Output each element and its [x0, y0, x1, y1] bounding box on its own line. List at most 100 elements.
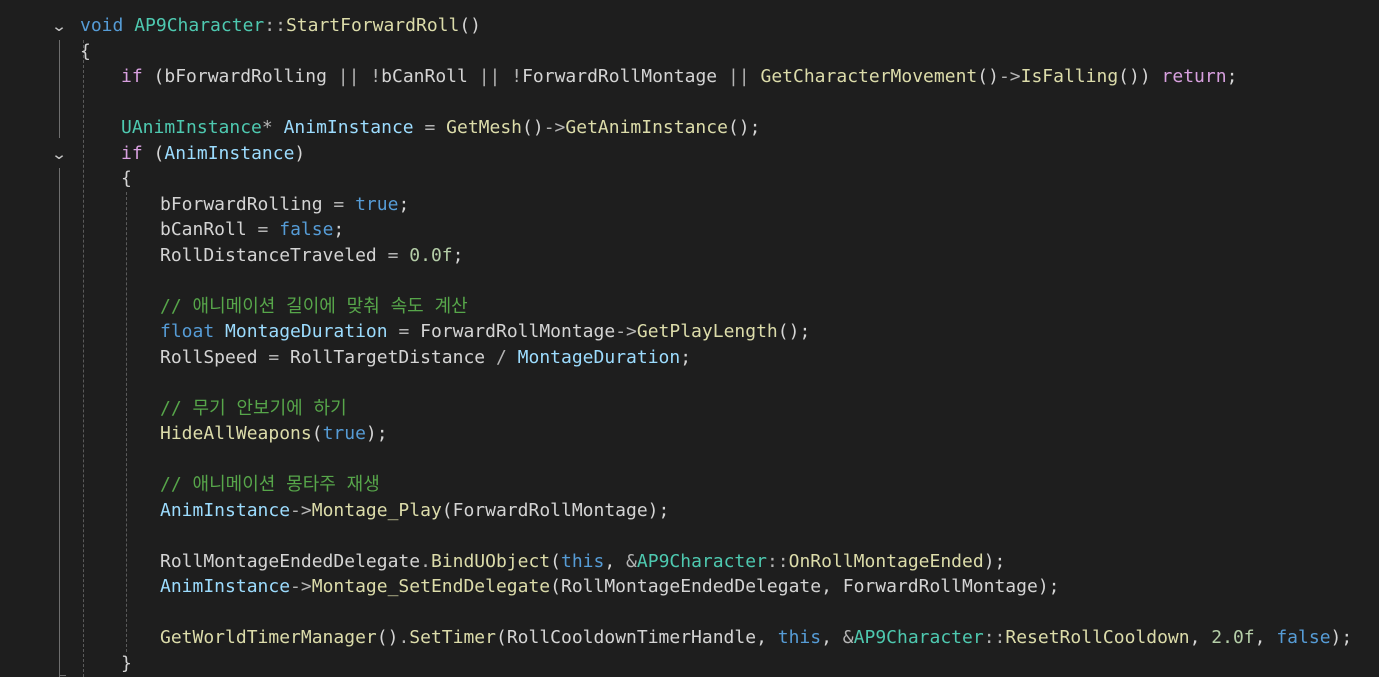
- fold-end-tick: [59, 675, 66, 676]
- code-token: (ForwardRollMontage);: [441, 499, 670, 521]
- code-line[interactable]: // 애니메이션 길이에 맞춰 속도 계산: [160, 295, 468, 319]
- code-line[interactable]: // 무기 안보기에 하기: [160, 397, 347, 421]
- code-token: ForwardRollMontage: [522, 66, 728, 87]
- code-line[interactable]: AnimInstance->Montage_SetEndDelegate(Rol…: [160, 575, 1060, 599]
- code-token: ->: [998, 66, 1021, 87]
- code-token: GetWorldTimerManager: [160, 627, 377, 648]
- code-token: IsFalling: [1020, 66, 1119, 87]
- code-token: StartForwardRoll: [285, 15, 460, 36]
- code-token: GetAnimInstance: [565, 117, 728, 138]
- code-token: GetCharacterMovement: [760, 66, 978, 87]
- code-line[interactable]: GetWorldTimerManager().SetTimer(RollCool…: [160, 626, 1352, 650]
- code-token: ::: [264, 15, 286, 36]
- code-token: ->: [290, 499, 312, 521]
- code-token: ||: [727, 66, 750, 87]
- code-token: bForwardRolling: [160, 193, 334, 215]
- code-token: ::: [983, 627, 1006, 648]
- code-token: /: [495, 346, 507, 368]
- code-token: this: [777, 627, 822, 648]
- code-token: AnimInstance: [160, 576, 291, 597]
- code-line[interactable]: if (bForwardRolling || !bCanRoll || !For…: [121, 65, 1237, 89]
- code-token: ,: [604, 550, 627, 572]
- code-token: !: [511, 66, 523, 87]
- code-token: =: [387, 244, 399, 266]
- function-fold-line: [59, 40, 60, 138]
- code-token: (: [311, 423, 323, 444]
- code-token: ,: [1254, 627, 1277, 648]
- code-token: (): [459, 15, 482, 36]
- code-token: HideAllWeapons: [160, 423, 312, 444]
- code-line[interactable]: HideAllWeapons(true);: [160, 422, 388, 446]
- code-token: BindUObject: [430, 550, 551, 572]
- code-line[interactable]: // 애니메이션 몽타주 재생: [160, 473, 380, 497]
- code-token: ,: [1189, 627, 1212, 648]
- collapse-if-block-icon[interactable]: ⌄: [47, 145, 70, 163]
- code-line[interactable]: RollDistanceTraveled = 0.0f;: [160, 244, 463, 268]
- code-line[interactable]: void AP9Character::StartForwardRoll(): [80, 14, 481, 38]
- code-token: =: [398, 321, 410, 342]
- code-token: &: [842, 627, 854, 648]
- code-token: *: [261, 117, 273, 138]
- code-token: ForwardRollMontage: [409, 321, 616, 342]
- code-token: ;: [398, 193, 410, 215]
- code-token: {: [80, 40, 91, 62]
- code-token: return: [1161, 66, 1227, 87]
- code-token: MontageDuration: [517, 346, 681, 368]
- code-token: GetMesh: [446, 117, 523, 138]
- code-token: if: [121, 142, 143, 164]
- code-line[interactable]: UAnimInstance* AnimInstance = GetMesh()-…: [121, 116, 760, 140]
- code-token: AP9Character: [853, 627, 984, 648]
- code-token: ()): [1118, 66, 1162, 87]
- code-token: bCanRoll: [381, 66, 479, 87]
- code-token: true: [355, 193, 399, 215]
- code-token: GetPlayLength: [636, 321, 778, 342]
- code-line[interactable]: }: [121, 652, 132, 676]
- code-token: Montage_Play: [311, 499, 442, 521]
- code-token: UAnimInstance: [121, 117, 262, 138]
- code-token: RollSpeed: [160, 346, 269, 368]
- code-line[interactable]: bForwardRolling = true;: [160, 193, 409, 217]
- indent-guide-function-body: [83, 40, 84, 677]
- code-token: (): [977, 66, 999, 87]
- code-line[interactable]: {: [121, 167, 132, 191]
- code-token: {: [121, 168, 132, 189]
- code-line[interactable]: AnimInstance->Montage_Play(ForwardRollMo…: [160, 499, 669, 523]
- code-token: ();: [727, 117, 761, 138]
- code-token: this: [561, 550, 605, 572]
- code-token: ;: [680, 346, 692, 368]
- code-token: RollTargetDistance: [279, 346, 496, 368]
- code-token: AP9Character: [134, 15, 265, 36]
- code-line[interactable]: {: [80, 40, 91, 64]
- indent-guide-if-body: [126, 192, 127, 652]
- code-token: ||: [478, 66, 501, 87]
- code-token: AnimInstance: [283, 117, 414, 138]
- code-token: 2.0f: [1211, 627, 1255, 648]
- code-line[interactable]: float MontageDuration = ForwardRollMonta…: [160, 320, 810, 344]
- code-line[interactable]: RollMontageEndedDelegate.BindUObject(thi…: [160, 550, 1005, 574]
- code-token: ;: [452, 244, 464, 266]
- code-line[interactable]: RollSpeed = RollTargetDistance / Montage…: [160, 346, 691, 370]
- code-token: (): [522, 117, 544, 138]
- function-fold-line-lower: [59, 168, 60, 677]
- code-token: MontageDuration: [225, 321, 388, 342]
- code-line[interactable]: if (AnimInstance): [121, 142, 305, 166]
- collapse-function-icon[interactable]: ⌄: [47, 17, 70, 35]
- code-token: ->: [543, 117, 566, 138]
- code-token: ): [294, 142, 306, 164]
- code-line[interactable]: bCanRoll = false;: [160, 218, 344, 242]
- code-editor[interactable]: ⌄ ⌄ void AP9Character::StartForwardRoll(…: [0, 0, 1379, 677]
- code-token: false: [1276, 627, 1331, 648]
- code-token: AP9Character: [636, 550, 767, 572]
- code-token: AnimInstance: [160, 499, 291, 521]
- code-token: ResetRollCooldown: [1005, 627, 1190, 648]
- code-token: ->: [615, 321, 637, 342]
